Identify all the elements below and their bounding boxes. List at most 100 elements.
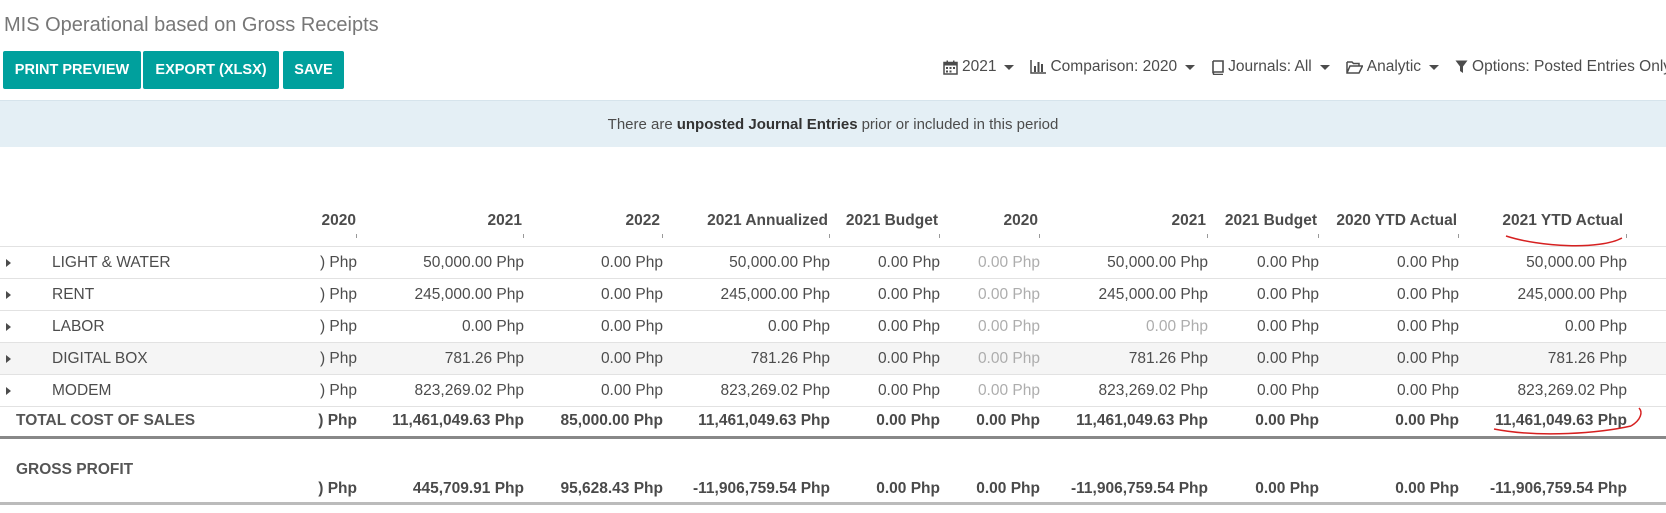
table-cell: 0.00 Php (1396, 254, 1459, 271)
column-tick (1318, 234, 1319, 238)
header-divider (0, 246, 1666, 247)
row-divider (0, 406, 1666, 407)
table-cell: ) Php (319, 318, 357, 335)
gross-profit-cell: 95,628.43 Php (560, 480, 663, 497)
table-cell: 0.00 Php (1256, 254, 1319, 271)
table-cell: 245,000.00 Php (414, 286, 524, 303)
expand-row-icon[interactable] (6, 355, 11, 363)
chevron-down-icon (1185, 64, 1196, 70)
print-preview-button[interactable]: PRINT PREVIEW (3, 51, 141, 89)
expand-row-icon[interactable] (6, 387, 11, 395)
expand-row-icon[interactable] (6, 291, 11, 299)
table-cell: 0.00 Php (977, 318, 1040, 335)
table-cell: 50,000.00 Php (423, 254, 524, 271)
chevron-down-icon (1429, 64, 1440, 70)
total-cell: 11,461,049.63 Php (392, 412, 524, 429)
column-header: 2021 Budget (845, 212, 938, 229)
save-button[interactable]: SAVE (283, 51, 344, 89)
bar-chart-icon (1030, 60, 1047, 74)
column-header: 2021 YTD Actual (1502, 212, 1623, 229)
column-header: 2020 (321, 212, 356, 229)
column-tick (1458, 234, 1459, 238)
column-tick (356, 234, 357, 238)
banner-text-bold: unposted Journal Entries (676, 115, 858, 133)
table-cell: 0.00 Php (1145, 318, 1208, 335)
book-icon (1212, 59, 1224, 75)
gross-profit-cell: -11,906,759.54 Php (692, 480, 830, 497)
table-cell: 0.00 Php (977, 382, 1040, 399)
table-cell: 823,269.02 Php (1098, 382, 1208, 399)
filter-bar: 2021 Comparison: 2020 Journals: All Anal… (943, 58, 1666, 76)
journals-filter-label: Journals: All (1228, 58, 1312, 75)
table-cell: 0.00 Php (877, 286, 940, 303)
banner-text-pre: There are (607, 115, 673, 133)
page-title: MIS Operational based on Gross Receipts (4, 14, 379, 36)
table-cell: ) Php (319, 286, 357, 303)
gross-profit-label: GROSS PROFIT (16, 461, 134, 478)
year-filter-label: 2021 (962, 58, 997, 75)
table-cell: 245,000.00 Php (1517, 286, 1627, 303)
table-cell: 0.00 Php (767, 318, 830, 335)
gross-profit-cell: -11,906,759.54 Php (1070, 480, 1208, 497)
table-cell: 0.00 Php (977, 350, 1040, 367)
table-cell: 781.26 Php (1128, 350, 1208, 367)
filter-icon (1455, 60, 1468, 73)
table-cell: 0.00 Php (1396, 318, 1459, 335)
gross-profit-cell: 0.00 Php (876, 480, 940, 497)
export-xlsx-button[interactable]: EXPORT (XLSX) (143, 51, 279, 89)
chevron-down-icon (1319, 64, 1330, 70)
table-cell: 50,000.00 Php (729, 254, 830, 271)
column-tick (1039, 234, 1040, 238)
column-tick (939, 234, 940, 238)
total-cell: 11,461,049.63 Php (1495, 412, 1627, 429)
table-cell: 245,000.00 Php (720, 286, 830, 303)
table-cell: 0.00 Php (977, 286, 1040, 303)
gross-profit-cell: 0.00 Php (976, 480, 1040, 497)
table-cell: 0.00 Php (600, 286, 663, 303)
total-cell: 0.00 Php (1395, 412, 1459, 429)
table-cell: 0.00 Php (1256, 318, 1319, 335)
row-divider (0, 374, 1666, 375)
total-cost-of-sales-label: TOTAL COST OF SALES (16, 412, 196, 429)
column-header: 2021 (1171, 212, 1206, 229)
table-cell: 245,000.00 Php (1098, 286, 1208, 303)
column-header: 2021 Annualized (707, 212, 828, 229)
table-cell: 0.00 Php (1256, 350, 1319, 367)
comparison-filter[interactable]: Comparison: 2020 (1030, 58, 1196, 76)
column-header: 2021 Budget (1224, 212, 1317, 229)
gross-profit-cell: 0.00 Php (1255, 480, 1319, 497)
chevron-down-icon (1004, 64, 1015, 70)
column-header: 2020 (1003, 212, 1038, 229)
table-cell: 0.00 Php (1396, 350, 1459, 367)
gross-profit-cell: ) Php (318, 480, 357, 497)
table-cell: 823,269.02 Php (1517, 382, 1627, 399)
options-filter-label: Options: Posted Entries Only (1472, 58, 1666, 75)
expand-row-icon[interactable] (6, 323, 11, 331)
total-divider (0, 436, 1666, 439)
options-filter[interactable]: Options: Posted Entries Only (1455, 58, 1666, 76)
analytic-filter[interactable]: Analytic (1345, 58, 1440, 76)
table-cell: 0.00 Php (877, 382, 940, 399)
column-tick (1626, 234, 1627, 238)
table-cell: 0.00 Php (877, 318, 940, 335)
row-label: DIGITAL BOX (52, 350, 148, 367)
table-cell: 0.00 Php (1256, 382, 1319, 399)
total-cell: ) Php (318, 412, 357, 429)
expand-row-icon[interactable] (6, 259, 11, 267)
total-cell: 0.00 Php (976, 412, 1040, 429)
column-tick (1207, 234, 1208, 238)
journals-filter[interactable]: Journals: All (1211, 58, 1330, 76)
column-header: 2020 YTD Actual (1336, 212, 1457, 229)
year-filter[interactable]: 2021 (943, 58, 1015, 76)
total-cell: 85,000.00 Php (560, 412, 663, 429)
gross-profit-cell: 0.00 Php (1395, 480, 1459, 497)
folder-open-icon (1345, 61, 1363, 74)
table-cell: 0.00 Php (877, 254, 940, 271)
row-label: LABOR (52, 318, 105, 335)
column-header: 2021 (487, 212, 522, 229)
table-cell: 781.26 Php (444, 350, 524, 367)
table-cell: 0.00 Php (600, 254, 663, 271)
table-cell: 781.26 Php (1547, 350, 1627, 367)
table-cell: ) Php (319, 350, 357, 367)
calendar-icon (943, 60, 958, 75)
